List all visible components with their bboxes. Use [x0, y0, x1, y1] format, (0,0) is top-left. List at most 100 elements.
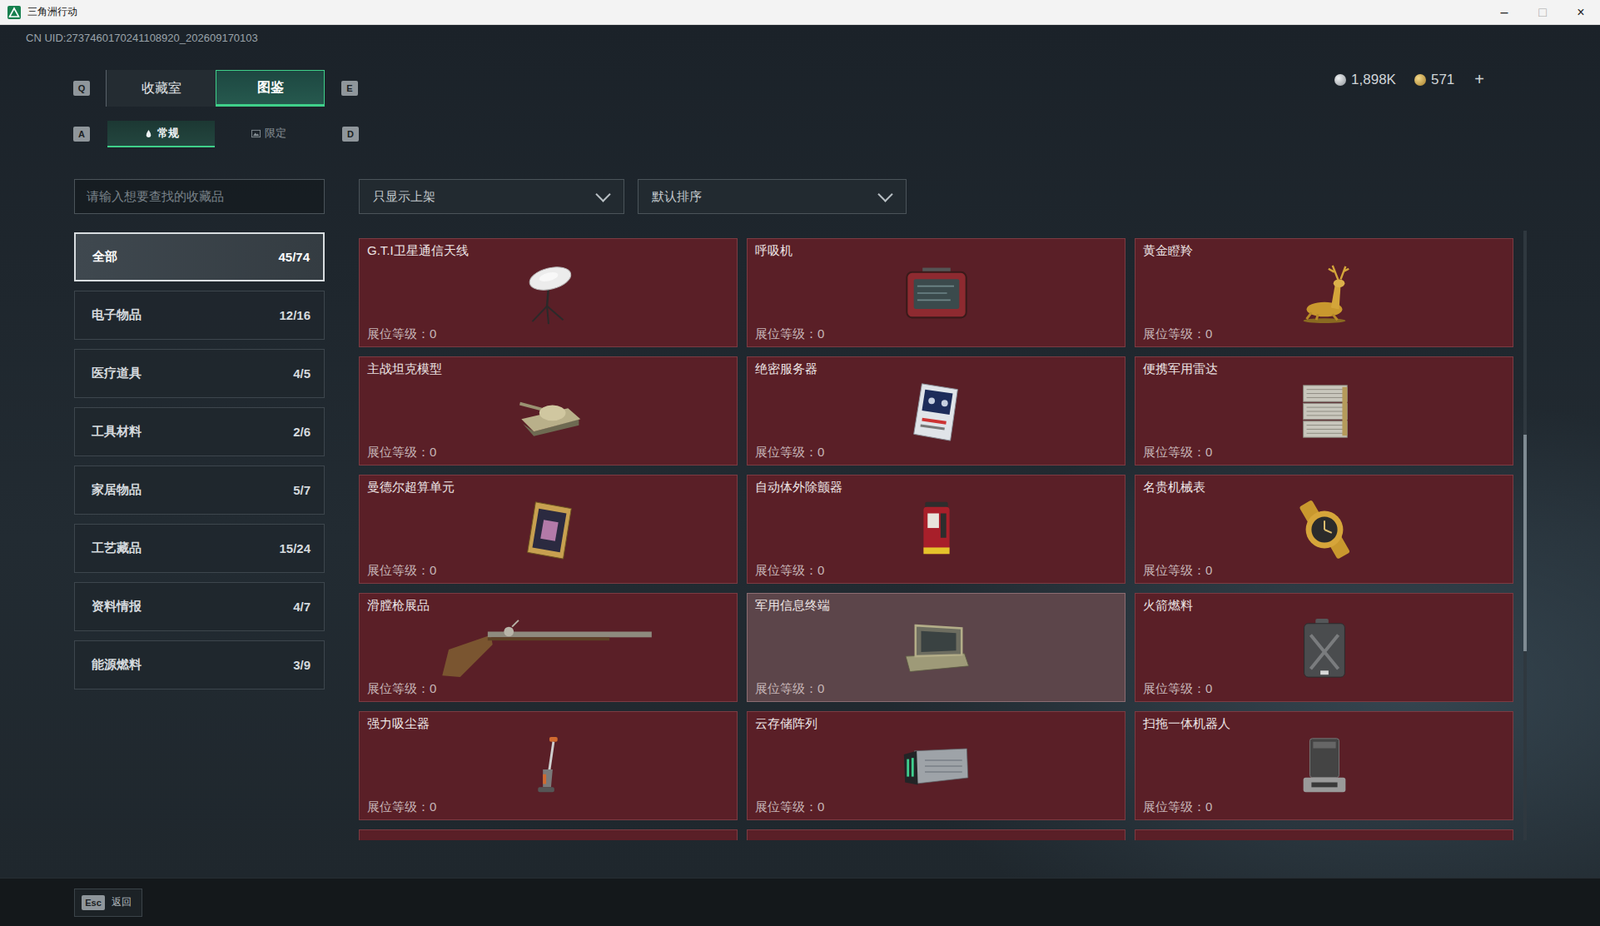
- category-item[interactable]: 工具材料2/6: [74, 407, 325, 457]
- title-bar: 三角洲行动 –□×: [0, 0, 1600, 25]
- collection-card[interactable]: 黄金瞪羚展位等级：0: [1134, 238, 1514, 348]
- main-tab[interactable]: 图鉴: [215, 69, 325, 107]
- key-hint: E: [341, 80, 358, 96]
- item-name: 黄金瞪羚: [1142, 243, 1506, 259]
- main-tab-bar: Q收藏室图鉴E: [73, 69, 358, 107]
- dropdown[interactable]: 只显示上架: [358, 178, 625, 214]
- currency-bar: 1,898K 571 +: [1334, 69, 1486, 90]
- military-terminal-icon: [901, 615, 972, 681]
- display-level: 展位等级：0: [1142, 799, 1506, 815]
- display-level: 展位等级：0: [1142, 444, 1506, 460]
- tank-model-icon: [513, 378, 584, 444]
- collection-card[interactable]: 曼德尔超算单元展位等级：0: [358, 474, 738, 584]
- item-name: 军用信息终端: [755, 597, 1118, 613]
- supercomputer-unit-icon: [513, 496, 584, 562]
- add-currency-button[interactable]: +: [1472, 69, 1486, 90]
- category-item[interactable]: 资料情报4/7: [74, 581, 325, 632]
- window-control-button[interactable]: □: [1523, 0, 1562, 25]
- category-item[interactable]: 电子物品12/16: [74, 290, 325, 340]
- window-control-button[interactable]: ×: [1561, 0, 1600, 25]
- server-board-icon: [901, 378, 972, 444]
- limited-icon: [251, 129, 261, 139]
- category-item[interactable]: 全部45/74: [74, 232, 325, 282]
- wristwatch-icon: [1289, 496, 1360, 562]
- category-item[interactable]: 家居物品5/7: [74, 465, 325, 515]
- display-level: 展位等级：0: [755, 680, 1118, 696]
- scrollbar[interactable]: [1523, 230, 1527, 840]
- display-level: 展位等级：0: [755, 444, 1118, 460]
- respirator-icon: [901, 260, 972, 326]
- collection-card[interactable]: [746, 829, 1126, 840]
- display-level: 展位等级：0: [755, 799, 1118, 815]
- display-level: 展位等级：0: [367, 680, 730, 696]
- collection-card[interactable]: 名贵机械表展位等级：0: [1134, 474, 1514, 584]
- collection-card[interactable]: 呼吸机展位等级：0: [746, 238, 1126, 348]
- sub-tab[interactable]: 常规: [107, 120, 215, 148]
- game-window: 三角洲行动 –□×CN UID:2737460170241108920_20260…: [0, 0, 1600, 926]
- category-item[interactable]: 医疗道具4/5: [74, 348, 325, 398]
- display-level: 展位等级：0: [755, 562, 1118, 578]
- display-level: 展位等级：0: [367, 326, 730, 342]
- app-logo-icon: [7, 5, 21, 20]
- chevron-icon: [877, 186, 893, 202]
- category-item[interactable]: 能源燃料3/9: [74, 640, 325, 690]
- category-list: 全部45/74 电子物品12/16 医疗道具4/5 工具材料2/6 家居物品5/7 工艺藏…: [74, 232, 325, 690]
- currency-item: 571: [1414, 71, 1455, 89]
- collection-card[interactable]: 云存储阵列展位等级：0: [746, 710, 1126, 820]
- window-control-button[interactable]: –: [1485, 0, 1524, 25]
- chevron-icon: [595, 186, 611, 202]
- collection-card[interactable]: 军用信息终端展位等级：0: [746, 592, 1126, 702]
- satellite-antenna-icon: [513, 260, 584, 326]
- collection-card[interactable]: G.T.I卫星通信天线展位等级：0: [358, 238, 738, 348]
- item-name: 呼吸机: [755, 243, 1118, 259]
- display-level: 展位等级：0: [367, 562, 730, 578]
- item-name: 火箭燃料: [1142, 597, 1506, 613]
- search-field[interactable]: 请输入想要查找的收藏品: [74, 178, 325, 214]
- collection-card[interactable]: [1134, 829, 1514, 840]
- window-title: 三角洲行动: [27, 4, 78, 20]
- collection-card[interactable]: 自动体外除颤器展位等级：0: [746, 474, 1126, 584]
- collection-screen: CN UID:2737460170241108920_202609170103Q…: [0, 24, 1600, 878]
- sub-tab-bar: A 常规限定 D: [0, 120, 1600, 148]
- defibrillator-icon: [901, 496, 972, 562]
- back-button[interactable]: Esc返回: [74, 888, 143, 917]
- coin-icon: [1334, 74, 1347, 86]
- regular-icon: [144, 129, 154, 139]
- item-name: G.T.I卫星通信天线: [367, 243, 730, 259]
- display-level: 展位等级：0: [1142, 680, 1506, 696]
- collection-card[interactable]: 便携军用雷达展位等级：0: [1134, 356, 1514, 466]
- collection-card[interactable]: 主战坦克模型展位等级：0: [358, 356, 738, 466]
- window-controls: –□×: [1485, 0, 1600, 25]
- key-hint: A: [73, 126, 90, 142]
- sub-tab[interactable]: 限定: [214, 120, 323, 148]
- portable-radar-icon: [1289, 378, 1360, 444]
- key-hint: D: [342, 126, 359, 142]
- display-level: 展位等级：0: [367, 799, 730, 815]
- display-level: 展位等级：0: [1142, 562, 1506, 578]
- item-name: 绝密服务器: [755, 361, 1118, 377]
- item-name: 强力吸尘器: [367, 715, 730, 731]
- scrollbar-thumb[interactable]: [1523, 434, 1527, 651]
- item-name: 便携军用雷达: [1142, 361, 1506, 377]
- currency-item: 1,898K: [1334, 71, 1397, 89]
- collection-card[interactable]: [358, 829, 738, 840]
- mop-robot-icon: [1289, 733, 1360, 799]
- category-item[interactable]: 工艺藏品15/24: [74, 523, 325, 573]
- fuel-can-icon: [1289, 615, 1360, 681]
- dropdown[interactable]: 默认排序: [637, 178, 907, 214]
- collection-card[interactable]: 扫拖一体机器人展位等级：0: [1134, 710, 1514, 820]
- item-name: 曼德尔超算单元: [367, 479, 730, 495]
- collection-card[interactable]: 绝密服务器展位等级：0: [746, 356, 1126, 466]
- coin-icon: [1414, 74, 1427, 86]
- collection-card[interactable]: 强力吸尘器展位等级：0: [358, 710, 738, 820]
- main-tab[interactable]: 收藏室: [106, 69, 216, 107]
- item-name: 自动体外除颤器: [755, 479, 1118, 495]
- display-level: 展位等级：0: [367, 444, 730, 460]
- uid-label: CN UID:2737460170241108920_202609170103: [0, 24, 1600, 45]
- collection-card[interactable]: 火箭燃料展位等级：0: [1134, 592, 1514, 702]
- collection-card[interactable]: 滑膛枪展品展位等级：0: [358, 592, 738, 702]
- item-name: 主战坦克模型: [367, 361, 730, 377]
- item-name: 名贵机械表: [1142, 479, 1506, 495]
- item-name: 滑膛枪展品: [367, 597, 730, 613]
- item-name: 云存储阵列: [755, 715, 1118, 731]
